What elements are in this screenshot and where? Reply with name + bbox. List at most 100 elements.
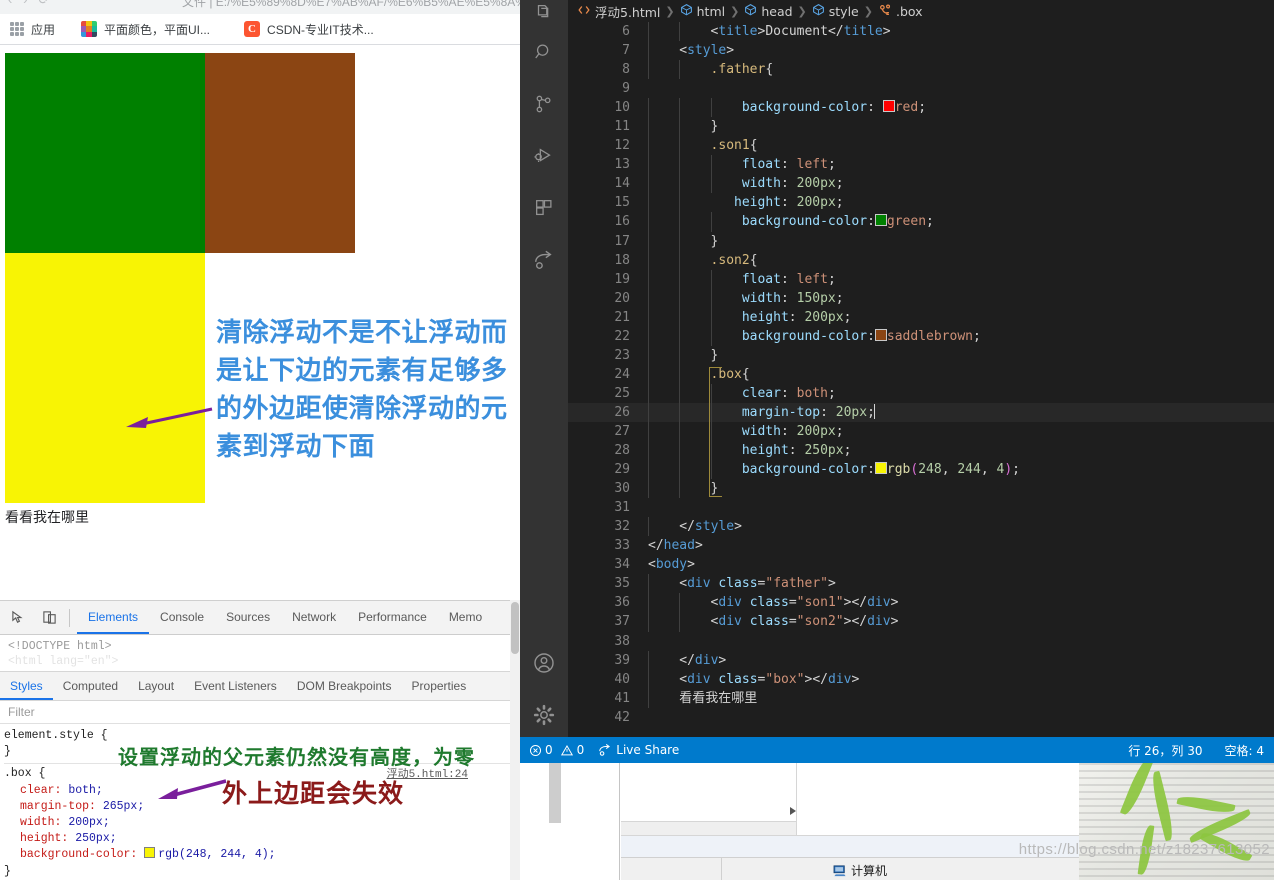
indentation-status[interactable]: 空格: 4	[1225, 742, 1265, 759]
code-line[interactable]: 39 </div>	[568, 650, 1274, 670]
activity-live-share[interactable]	[520, 234, 568, 286]
line-number: 18	[614, 252, 630, 268]
code-line[interactable]: 8 .father{	[568, 60, 1274, 80]
code-line[interactable]: 29 background-color: rgb(248, 244, 4);	[568, 460, 1274, 480]
code-line[interactable]: 24 .box{	[568, 364, 1274, 384]
style-tab-properties[interactable]: Properties	[402, 672, 477, 700]
window-scrollbar[interactable]	[549, 763, 561, 823]
css-declaration[interactable]: width: 200px;	[4, 815, 520, 831]
problems-status[interactable]: 0 0	[529, 743, 584, 757]
breadcrumb-item-style[interactable]: style	[829, 4, 859, 19]
code-line[interactable]: 41 看看我在哪里	[568, 688, 1274, 708]
indent-guide	[679, 174, 681, 194]
devtools-panel: Elements Console Sources Network Perform…	[0, 600, 520, 880]
activity-source-control[interactable]	[520, 78, 568, 130]
chevron-right-icon: ❯	[730, 4, 740, 18]
activity-settings[interactable]	[520, 689, 568, 741]
my-computer-item[interactable]: 计算机	[833, 862, 887, 879]
code-line[interactable]: 33 </head>	[568, 536, 1274, 555]
code-line[interactable]: 31	[568, 498, 1274, 517]
code-line[interactable]: 37 <div class="son2"></div>	[568, 612, 1274, 632]
color-swatch[interactable]	[144, 847, 156, 859]
devtools-tab-console[interactable]: Console	[149, 601, 215, 634]
bookmark-label: 应用	[31, 22, 56, 37]
devtools-tab-sources[interactable]: Sources	[215, 601, 281, 634]
scrollbar-thumb[interactable]	[511, 602, 519, 654]
code-line[interactable]: 17}	[568, 231, 1274, 251]
activity-explorer[interactable]	[520, 0, 568, 26]
code-text: float: left;	[741, 157, 836, 173]
code-line[interactable]: 6 <title>Document</title>	[568, 22, 1274, 42]
code-line[interactable]: 23}	[568, 345, 1274, 365]
code-editor[interactable]: 6 <title>Document</title> 7 <style> 8 .father…	[568, 22, 1274, 725]
code-line[interactable]: 40 <div class="box"></div>	[568, 669, 1274, 689]
code-line[interactable]: 36 <div class="son1"></div>	[568, 593, 1274, 613]
activity-extensions[interactable]	[520, 182, 568, 234]
code-line[interactable]: 34 <body>	[568, 555, 1274, 574]
breadcrumb-item-box[interactable]: .box	[896, 4, 923, 19]
code-line[interactable]: 30}	[568, 479, 1274, 499]
live-share-status[interactable]: Live Share	[598, 743, 679, 757]
code-line[interactable]: 22 background-color: saddlebrown;	[568, 326, 1274, 346]
code-line[interactable]: 42	[568, 708, 1274, 725]
code-text: </head>	[648, 538, 703, 554]
watermark-text: https://blog.csdn.net/z18237613052	[1018, 841, 1270, 858]
breadcrumb-item-file[interactable]: 浮动5.html	[595, 2, 660, 21]
dom-tree[interactable]: <!DOCTYPE html> <html lang="en">	[0, 635, 520, 671]
code-line[interactable]: 28 height: 250px;	[568, 441, 1274, 461]
style-tab-event-listeners[interactable]: Event Listeners	[184, 672, 287, 700]
code-line[interactable]: 16 background-color: green;	[568, 212, 1274, 232]
devtools-scrollbar[interactable]	[510, 600, 520, 880]
code-line[interactable]: 38	[568, 632, 1274, 651]
dom-line: <html lang="en">	[8, 655, 119, 668]
code-line[interactable]: 10 background-color: red;	[568, 98, 1274, 118]
address-bar-strip[interactable]: ‹ › ⟳ 文件 | E:/%E5%89%8D%E7%AB%AF/%E6%B5%…	[0, 0, 520, 14]
activity-account[interactable]	[520, 637, 568, 689]
breadcrumb-item-head[interactable]: head	[761, 4, 792, 19]
code-line[interactable]: 11}	[568, 117, 1274, 137]
code-line[interactable]: 25 clear: both;	[568, 383, 1274, 403]
indent-guide	[710, 174, 712, 194]
bookmark-csdn[interactable]: C CSDN-专业IT技术...	[238, 17, 380, 41]
code-line[interactable]: 19 float: left;	[568, 269, 1274, 289]
code-line[interactable]: 9	[568, 79, 1274, 98]
code-line[interactable]: 32 </style>	[568, 517, 1274, 537]
code-line[interactable]: 7 <style>	[568, 41, 1274, 61]
style-tab-layout[interactable]: Layout	[128, 672, 184, 700]
styles-filter-input[interactable]: Filter	[0, 701, 520, 724]
style-tab-computed[interactable]: Computed	[53, 672, 128, 700]
code-line[interactable]: 26 margin-top: 20px;	[568, 402, 1274, 422]
code-line[interactable]: 20 width: 150px;	[568, 288, 1274, 308]
devtools-tab-performance[interactable]: Performance	[347, 601, 438, 634]
indent-guide	[648, 574, 649, 594]
indent-guide	[648, 307, 649, 327]
annotation-green-text: 设置浮动的父元素仍然没有高度，为零	[118, 747, 475, 769]
bookmark-flat-colors[interactable]: 平面颜色，平面UI...	[75, 17, 216, 41]
css-declaration[interactable]: background-color: rgb(248, 244, 4);	[4, 847, 520, 863]
devtools-tab-elements[interactable]: Elements	[77, 601, 149, 634]
device-toolbar-icon[interactable]	[36, 605, 62, 631]
activity-run-debug[interactable]	[520, 130, 568, 182]
activity-search[interactable]	[520, 26, 568, 78]
breadcrumb-item-html[interactable]: html	[697, 4, 725, 19]
css-declaration[interactable]: height: 250px;	[4, 831, 520, 847]
code-line[interactable]: 12 .son1{	[568, 136, 1274, 156]
devtools-tab-memory[interactable]: Memo	[438, 601, 493, 634]
style-tab-dom-breakpoints[interactable]: DOM Breakpoints	[287, 672, 402, 700]
code-line[interactable]: 14 width: 200px;	[568, 174, 1274, 194]
code-line[interactable]: 15 height: 200px;	[568, 193, 1274, 213]
indent-guide	[648, 460, 649, 480]
code-line[interactable]: 35 <div class="father">	[568, 574, 1274, 594]
code-line[interactable]: 27 width: 200px;	[568, 421, 1274, 442]
devtools-tab-network[interactable]: Network	[281, 601, 347, 634]
cursor-position-status[interactable]: 行 26，列 30	[1128, 742, 1202, 759]
code-line[interactable]: 21 height: 200px;	[568, 307, 1274, 327]
bookmark-apps[interactable]: 应用	[4, 17, 61, 41]
devtools-toolbar: Elements Console Sources Network Perform…	[0, 601, 520, 635]
style-tab-styles[interactable]: Styles	[0, 672, 53, 700]
code-line[interactable]: 13 float: left;	[568, 155, 1274, 175]
code-line[interactable]: 18 .son2{	[568, 250, 1274, 270]
indent-guide	[679, 460, 681, 480]
inspect-icon[interactable]	[5, 605, 31, 631]
indent-guide	[710, 307, 712, 327]
